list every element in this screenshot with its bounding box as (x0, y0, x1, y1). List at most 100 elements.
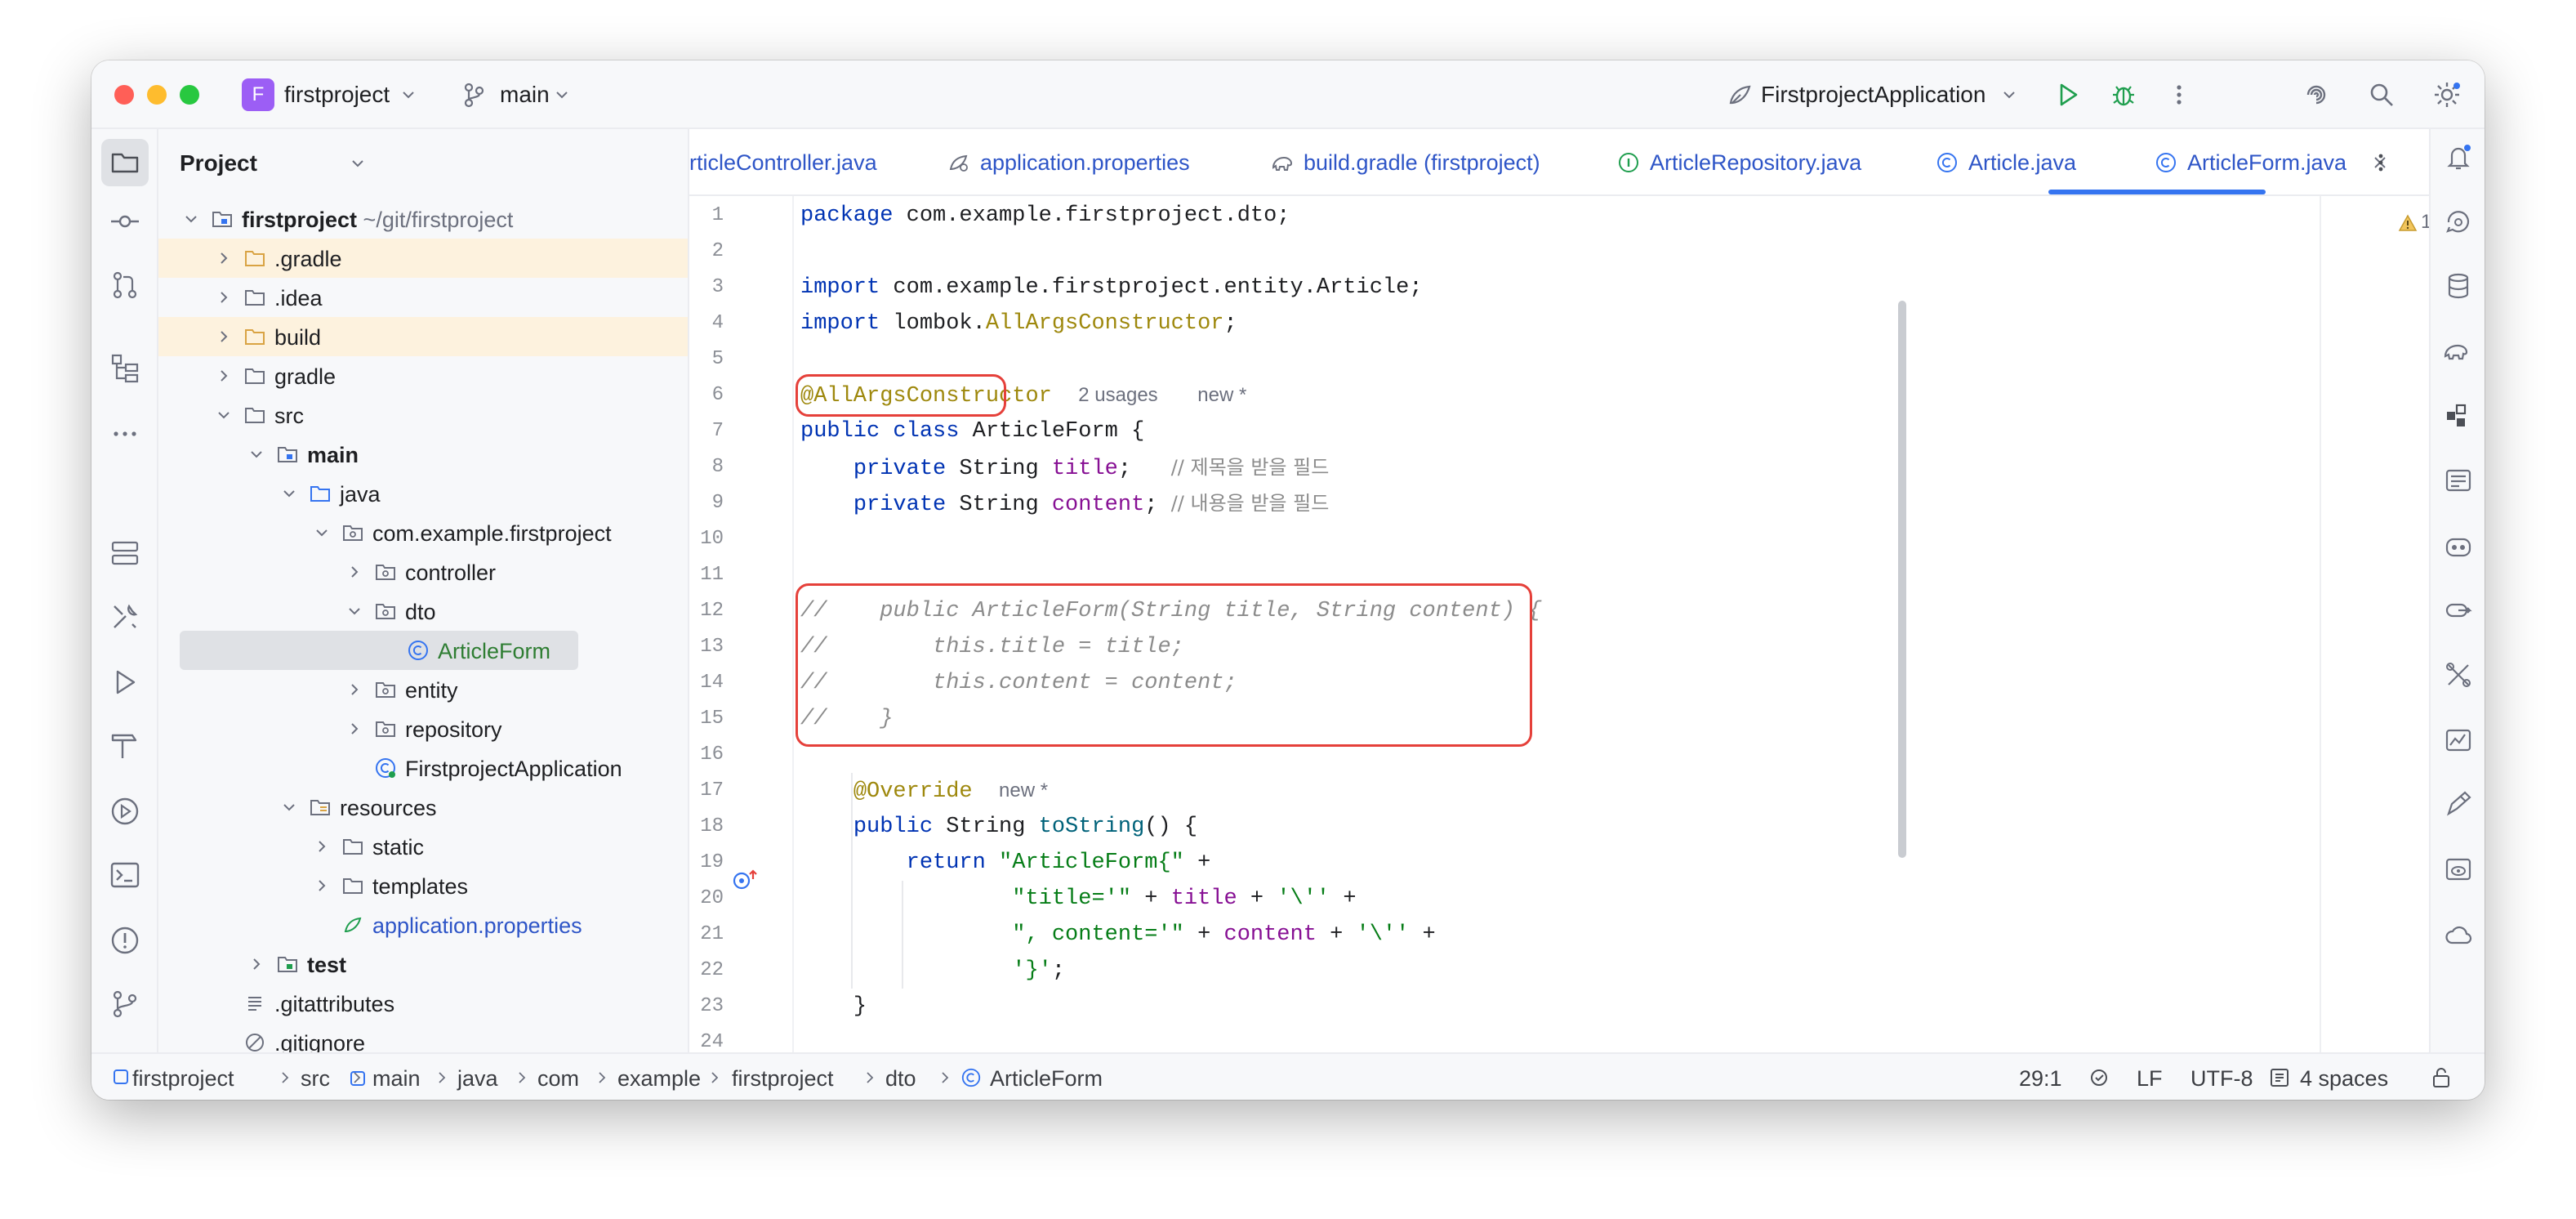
tree-item-package-root[interactable]: com.example.firstproject (158, 513, 688, 552)
build-tools-icon[interactable] (108, 600, 142, 634)
copilot-icon[interactable] (2442, 529, 2475, 562)
tree-item-dto[interactable]: dto (158, 592, 688, 631)
breadcrumb-example[interactable]: example (617, 1065, 701, 1092)
more-actions-icon[interactable] (2163, 78, 2195, 111)
chevron-right-icon[interactable] (214, 327, 234, 346)
tree-item-root-project[interactable]: firstproject ~/git/firstproject (158, 199, 688, 239)
search-icon[interactable] (2365, 78, 2398, 111)
more-tools-icon[interactable] (108, 417, 142, 451)
tab-build-gradle[interactable]: build.gradle (firstproject) (1271, 129, 1565, 194)
http-client-icon[interactable] (2442, 595, 2475, 627)
debug-icon[interactable] (2107, 78, 2140, 111)
chevron-right-icon[interactable] (345, 562, 364, 582)
indent-setting[interactable]: 4 spaces (2300, 1065, 2388, 1092)
tab-more-icon[interactable] (2369, 150, 2393, 175)
chevron-down-icon[interactable] (552, 85, 572, 105)
tree-item-repository[interactable]: repository (158, 709, 688, 748)
notifications-bell-icon[interactable] (2442, 141, 2475, 173)
tree-item-build[interactable]: build (158, 317, 688, 356)
breadcrumb-src[interactable]: src (301, 1065, 330, 1092)
override-gutter-icon[interactable] (732, 868, 760, 892)
run-icon[interactable] (2052, 78, 2084, 111)
gradle-tool-icon[interactable] (2442, 335, 2475, 368)
chevron-right-icon[interactable] (345, 680, 364, 699)
project-panel-title[interactable]: Project (180, 150, 257, 176)
code-editor[interactable]: 1 2 3 4 5 6 7 8 9 10 11 12 13 14 15 16 1… (689, 196, 2429, 1052)
endpoints-icon[interactable] (2442, 464, 2475, 497)
services-icon[interactable] (108, 536, 142, 570)
breadcrumb-class[interactable]: ArticleForm (990, 1065, 1103, 1092)
breadcrumb-dto[interactable]: dto (885, 1065, 916, 1092)
ai-chat-icon[interactable] (2442, 206, 2475, 239)
structure-icon[interactable] (108, 351, 142, 386)
tree-item-controller[interactable]: controller (158, 552, 688, 592)
settings-gear-icon[interactable] (2431, 78, 2463, 111)
chevron-down-icon[interactable] (181, 209, 201, 229)
coverage-icon[interactable] (2442, 659, 2475, 691)
tree-item-application-properties[interactable]: application.properties (158, 905, 688, 944)
caret-position[interactable]: 29:1 (2019, 1065, 2062, 1092)
breadcrumb-java[interactable]: java (457, 1065, 498, 1092)
editor-scrollbar[interactable] (1898, 301, 1906, 858)
project-tool-button[interactable] (101, 139, 149, 186)
run-configuration-selector[interactable]: FirstprojectApplication (1761, 81, 1985, 109)
tab-article[interactable]: Article.java (1936, 129, 2091, 194)
chevron-right-icon[interactable] (214, 366, 234, 386)
tab-article-controller[interactable]: rticleController.java (689, 129, 902, 194)
tree-item-gitignore[interactable]: .gitignore (158, 1023, 688, 1052)
problems-icon[interactable] (108, 923, 142, 958)
profiler-icon[interactable] (2442, 724, 2475, 757)
chevron-right-icon[interactable] (247, 954, 266, 974)
tree-item-application-class[interactable]: FirstprojectApplication (158, 748, 688, 788)
tree-item-articleform[interactable]: ArticleForm (158, 631, 688, 670)
tree-item-resources[interactable]: resources (158, 788, 688, 827)
tree-item-idea[interactable]: .idea (158, 278, 688, 317)
edit-pencil-icon[interactable] (2442, 788, 2475, 820)
chevron-right-icon[interactable] (345, 719, 364, 739)
breadcrumb-main[interactable]: main (372, 1065, 421, 1092)
line-number-gutter[interactable]: 1 2 3 4 5 6 7 8 9 10 11 12 13 14 15 16 1… (689, 196, 796, 1052)
indent-settings-icon[interactable] (2267, 1065, 2292, 1090)
read-only-lock-icon[interactable] (2429, 1065, 2453, 1090)
close-window-button[interactable] (114, 85, 134, 105)
debug-tool-icon[interactable] (108, 794, 142, 828)
file-encoding[interactable]: UTF-8 (2190, 1065, 2253, 1092)
breadcrumb-firstproject[interactable]: firstproject (732, 1065, 834, 1092)
tree-item-static[interactable]: static (158, 827, 688, 866)
branch-switcher[interactable]: main (500, 81, 550, 109)
commit-icon[interactable] (108, 204, 142, 239)
tree-item-test[interactable]: test (158, 944, 688, 984)
breadcrumb-project[interactable]: firstproject (132, 1065, 234, 1092)
tree-item-gitattributes[interactable]: .gitattributes (158, 984, 688, 1023)
dependencies-icon[interactable] (2442, 400, 2475, 433)
tree-item-templates[interactable]: templates (158, 866, 688, 905)
ai-assistant-icon[interactable] (2300, 78, 2333, 111)
chevron-right-icon[interactable] (214, 288, 234, 307)
tree-item-java[interactable]: java (158, 474, 688, 513)
chevron-down-icon[interactable] (279, 484, 299, 503)
chevron-down-icon[interactable] (1999, 85, 2019, 105)
preview-icon[interactable] (2442, 853, 2475, 886)
chevron-down-icon[interactable] (399, 85, 418, 105)
project-switcher[interactable]: firstproject (284, 81, 390, 109)
pull-requests-icon[interactable] (108, 268, 142, 302)
project-badge[interactable]: F (242, 78, 274, 111)
tab-article-repository[interactable]: ArticleRepository.java (1617, 129, 1879, 194)
tab-articleform-active[interactable]: ArticleForm.java (2155, 129, 2400, 194)
tree-item-gradle-cache[interactable]: .gradle (158, 239, 688, 278)
chevron-down-icon[interactable] (279, 797, 299, 817)
tree-item-main[interactable]: main (158, 435, 688, 474)
chevron-down-icon[interactable] (214, 405, 234, 425)
tree-item-entity[interactable]: entity (158, 670, 688, 709)
line-separator[interactable]: LF (2137, 1065, 2163, 1092)
chevron-down-icon[interactable] (247, 444, 266, 464)
build-hammer-icon[interactable] (108, 729, 142, 763)
cloud-icon[interactable] (2442, 918, 2475, 951)
database-icon[interactable] (2442, 270, 2475, 302)
minimize-window-button[interactable] (147, 85, 167, 105)
chevron-right-icon[interactable] (312, 837, 332, 856)
tree-item-src[interactable]: src (158, 395, 688, 435)
chevron-down-icon[interactable] (348, 154, 368, 173)
tree-item-gradle[interactable]: gradle (158, 356, 688, 395)
code-style-icon[interactable] (2088, 1065, 2112, 1090)
